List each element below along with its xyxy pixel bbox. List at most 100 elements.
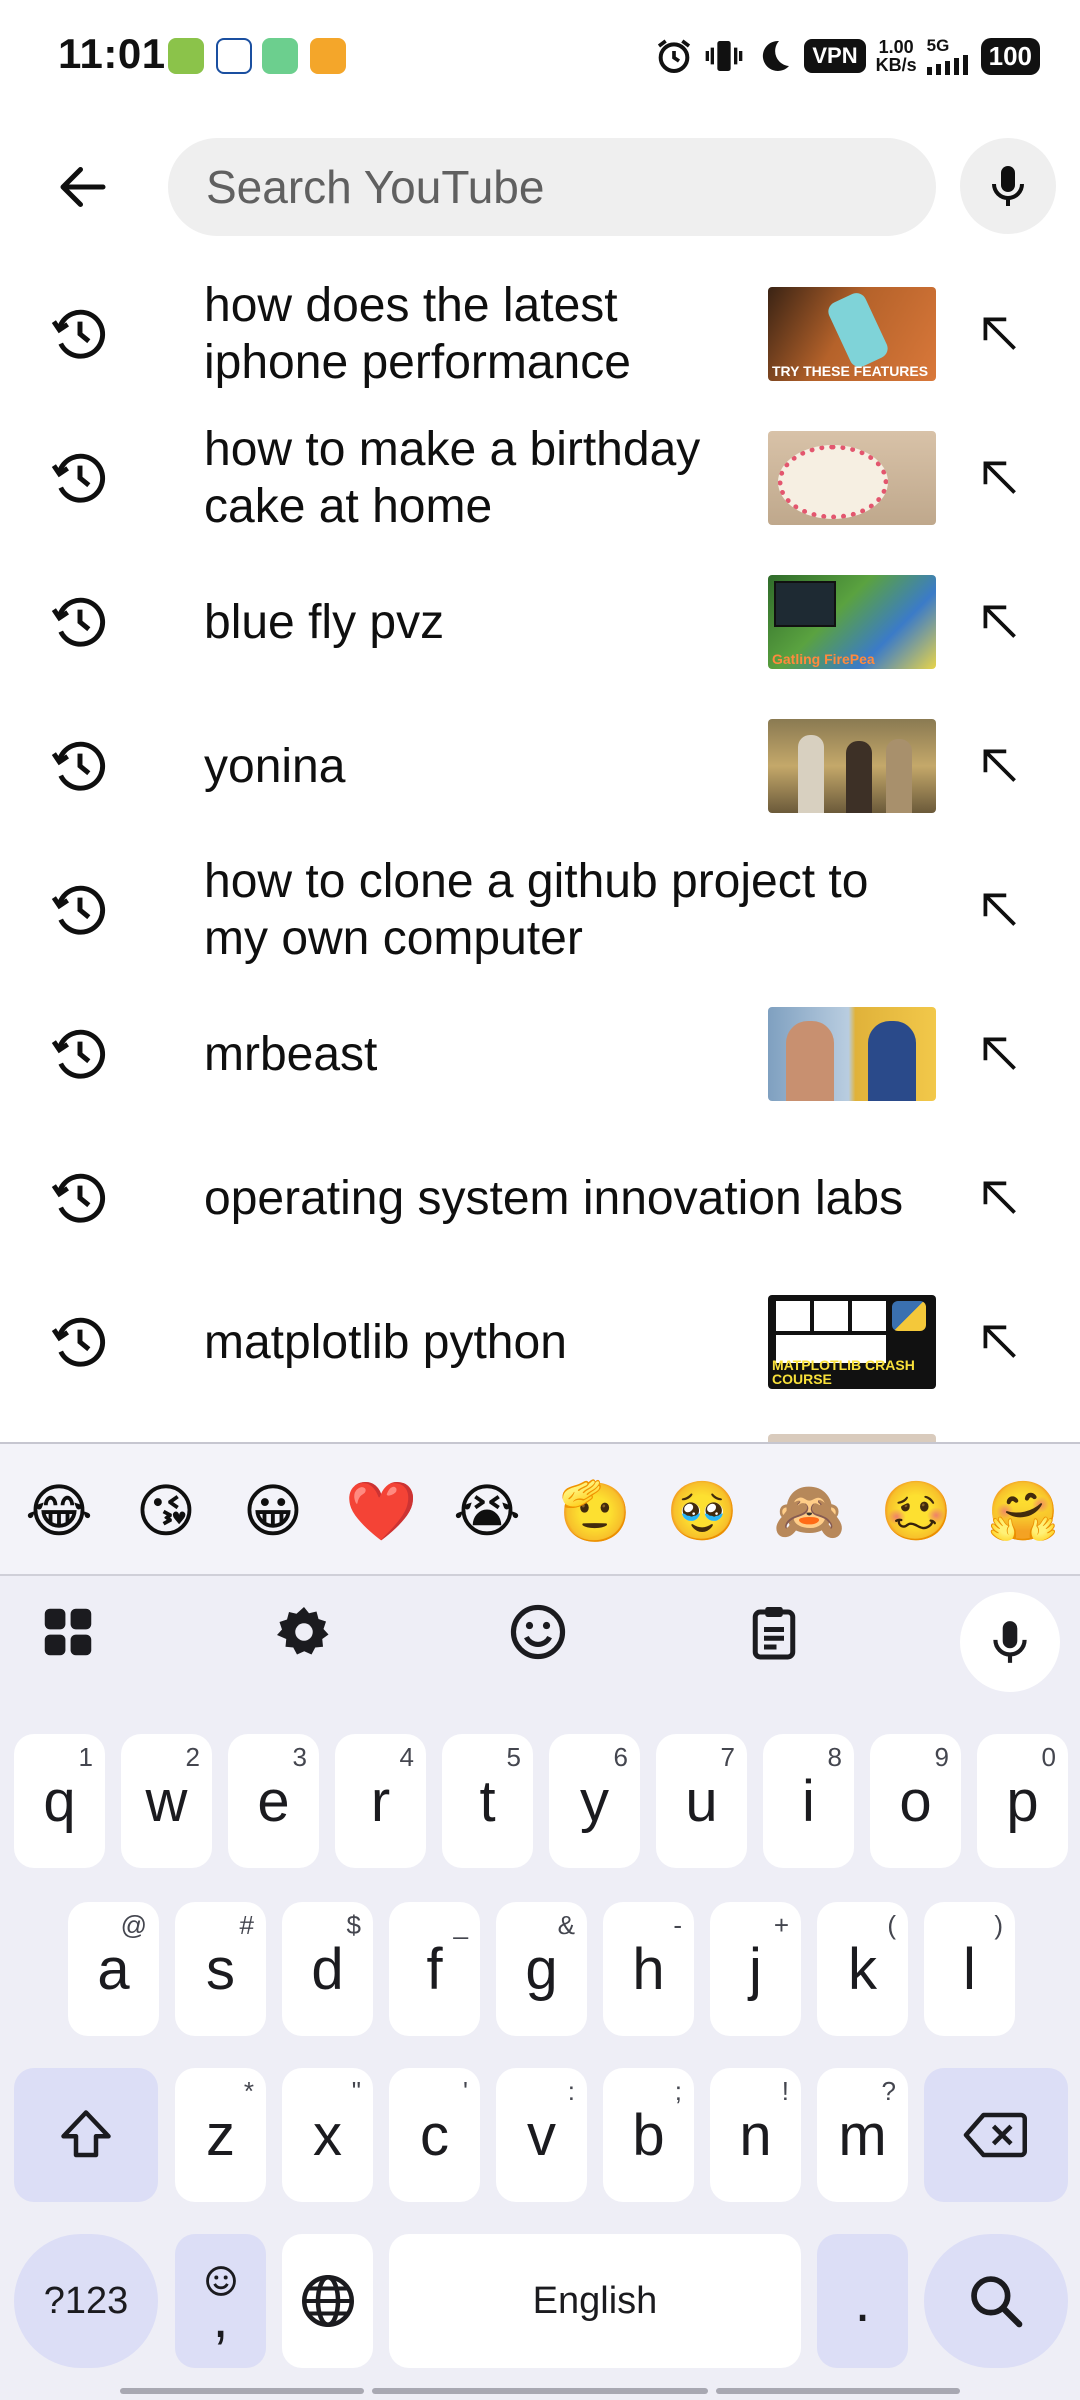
key[interactable]: j + bbox=[710, 1902, 801, 2036]
emoji-suggestion[interactable]: 🤗 bbox=[987, 1476, 1059, 1546]
key-label: . bbox=[854, 2268, 871, 2334]
suggestion-row[interactable]: how does the latest iphone performance T… bbox=[0, 262, 1080, 406]
comma-key[interactable]: , bbox=[175, 2234, 266, 2368]
key-label: g bbox=[525, 1936, 558, 2002]
suggestion-row[interactable]: how to clone a github project to my own … bbox=[0, 838, 1080, 982]
notification-app-icon-teal bbox=[262, 38, 298, 74]
key[interactable]: s # bbox=[175, 1902, 266, 2036]
key[interactable]: y6 bbox=[549, 1734, 640, 1868]
fill-query-button[interactable] bbox=[960, 1302, 1040, 1382]
key[interactable]: c ' bbox=[389, 2068, 480, 2202]
suggestion-row[interactable]: mrbeast bbox=[0, 982, 1080, 1126]
key-hint: ? bbox=[881, 2076, 896, 2106]
suggestion-row[interactable]: blue fly pvz Gatling FirePea bbox=[0, 550, 1080, 694]
key[interactable]: r4 bbox=[335, 1734, 426, 1868]
search-input[interactable] bbox=[206, 138, 906, 236]
keyboard-settings-button[interactable] bbox=[264, 1592, 344, 1672]
key-label: d bbox=[311, 1936, 344, 2002]
keyboard-voice-input-button[interactable] bbox=[960, 1592, 1060, 1692]
fill-query-button[interactable] bbox=[960, 582, 1040, 662]
key[interactable]: u7 bbox=[656, 1734, 747, 1868]
suggestion-text: operating system innovation labs bbox=[204, 1171, 904, 1225]
nav-handle-center[interactable] bbox=[372, 2388, 708, 2394]
key[interactable]: n! bbox=[710, 2068, 801, 2202]
fill-query-button[interactable] bbox=[960, 726, 1040, 806]
notification-app-icon-cat bbox=[216, 38, 252, 74]
emoji-suggestion[interactable]: 🥹 bbox=[666, 1476, 738, 1546]
period-key[interactable]: . bbox=[817, 2234, 908, 2368]
key[interactable]: k( bbox=[817, 1902, 908, 2036]
language-key[interactable] bbox=[282, 2234, 373, 2368]
thumbnail-caption: TRY THESE FEATURES bbox=[772, 363, 929, 379]
fill-query-button[interactable] bbox=[960, 294, 1040, 374]
nav-handle-right[interactable] bbox=[716, 2388, 960, 2394]
arrow-up-left-icon bbox=[983, 893, 1016, 926]
signal-group: 5G bbox=[926, 37, 971, 75]
emoji-suggestion[interactable]: 😭 bbox=[452, 1476, 522, 1546]
fill-query-button[interactable] bbox=[960, 870, 1040, 950]
arrow-up-left-icon bbox=[983, 1325, 1016, 1358]
status-indicators: VPN 1.00 KB/s 5G 100 bbox=[654, 34, 1040, 78]
fill-query-button[interactable] bbox=[960, 1014, 1040, 1094]
suggestion-row[interactable]: operating system innovation labs bbox=[0, 1126, 1080, 1270]
key-label: v bbox=[527, 2102, 556, 2168]
key[interactable]: f _ bbox=[389, 1902, 480, 2036]
backspace-key[interactable] bbox=[924, 2068, 1068, 2202]
suggestion-row[interactable]: yonina bbox=[0, 694, 1080, 838]
emoji-suggestion[interactable]: ❤️ bbox=[345, 1476, 417, 1546]
suggestion-thumbnail: TRY THESE FEATURES bbox=[768, 287, 936, 381]
voice-search-button[interactable] bbox=[960, 138, 1056, 234]
suggestion-row[interactable]: matplotlib python MATPLOTLIB CRASH COURS… bbox=[0, 1270, 1080, 1414]
key-label: w bbox=[145, 1768, 188, 1834]
keyboard-clipboard-button[interactable] bbox=[734, 1592, 814, 1672]
nav-handle-left[interactable] bbox=[120, 2388, 364, 2394]
key-label: f bbox=[426, 1936, 443, 2002]
key-label: j bbox=[749, 1936, 762, 2002]
key-label: e bbox=[257, 1768, 290, 1834]
notification-app-icon-tools bbox=[310, 38, 346, 74]
emoji-suggestion[interactable]: 🥴 bbox=[880, 1476, 952, 1546]
emoji-suggestion[interactable]: 😂 bbox=[24, 1476, 94, 1546]
key[interactable]: t5 bbox=[442, 1734, 533, 1868]
back-button[interactable] bbox=[38, 147, 128, 227]
key[interactable]: w2 bbox=[121, 1734, 212, 1868]
key-label: n bbox=[739, 2102, 772, 2168]
emoji-suggestion[interactable]: 😘 bbox=[131, 1476, 201, 1546]
suggestion-text: how to make a birthday cake at home bbox=[204, 423, 701, 533]
emoji-suggestion[interactable]: 😀 bbox=[238, 1476, 308, 1546]
symbols-key[interactable]: ?123 bbox=[14, 2234, 158, 2368]
key[interactable]: m? bbox=[817, 2068, 908, 2202]
key[interactable]: q1 bbox=[14, 1734, 105, 1868]
key[interactable]: v: bbox=[496, 2068, 587, 2202]
key[interactable]: g & bbox=[496, 1902, 587, 2036]
keyboard-emoji-button[interactable] bbox=[498, 1592, 578, 1672]
key[interactable]: b; bbox=[603, 2068, 694, 2202]
key-hint: 5 bbox=[506, 1742, 521, 1772]
grid-apps-icon bbox=[44, 1608, 92, 1656]
key[interactable]: e3 bbox=[228, 1734, 319, 1868]
fill-query-button[interactable] bbox=[960, 438, 1040, 518]
key[interactable]: i8 bbox=[763, 1734, 854, 1868]
key[interactable]: x " bbox=[282, 2068, 373, 2202]
keyboard-apps-button[interactable] bbox=[28, 1592, 108, 1672]
fill-query-button[interactable] bbox=[960, 1158, 1040, 1238]
key-label: l bbox=[963, 1936, 976, 2002]
history-icon bbox=[40, 726, 120, 806]
key[interactable]: l) bbox=[924, 1902, 1015, 2036]
key[interactable]: a @ bbox=[68, 1902, 159, 2036]
emoji-suggestion[interactable]: 🫡 bbox=[559, 1476, 631, 1546]
suggestion-text: blue fly pvz bbox=[204, 595, 445, 649]
emoji-suggestion[interactable]: 🙈 bbox=[773, 1476, 845, 1546]
space-key[interactable]: English bbox=[389, 2234, 801, 2368]
key[interactable]: p0 bbox=[977, 1734, 1068, 1868]
suggestion-row[interactable]: how to make a birthday cake at home bbox=[0, 406, 1080, 550]
search-box[interactable] bbox=[168, 138, 936, 236]
smiley-icon bbox=[510, 1604, 566, 1660]
key[interactable]: o9 bbox=[870, 1734, 961, 1868]
key-label: a bbox=[97, 1936, 130, 2002]
search-action-key[interactable] bbox=[924, 2234, 1068, 2368]
shift-key[interactable] bbox=[14, 2068, 158, 2202]
key[interactable]: h- bbox=[603, 1902, 694, 2036]
key[interactable]: d $ bbox=[282, 1902, 373, 2036]
key[interactable]: z * bbox=[175, 2068, 266, 2202]
